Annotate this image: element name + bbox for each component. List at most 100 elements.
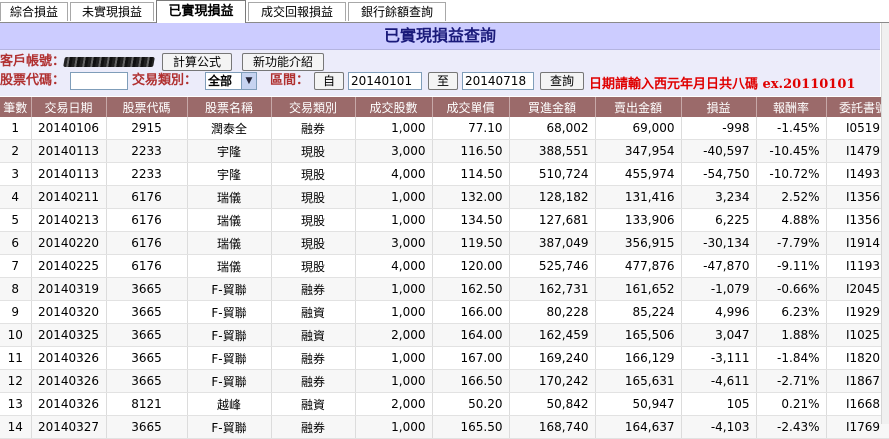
table-row[interactable]: 2 20140113 2233 宇隆 現股 3,000 116.50 388,551 347,9… [0,139,889,163]
cell-price: 167.00 [432,346,510,370]
cell-buy-amount: 510,724 [509,162,596,186]
cell-stock-code: 3665 [106,300,188,324]
table-row[interactable]: 9 20140320 3665 F-貿聯 融資 1,000 166.00 80,228 85,2… [0,300,889,324]
cell-stock-code: 2233 [106,162,188,186]
cell-sell-amount: 477,876 [595,254,682,278]
cell-pnl: -30,134 [681,231,757,255]
cell-stock-name: F-貿聯 [187,346,272,370]
cell-price: 114.50 [432,162,510,186]
col-header-stock-name[interactable]: 股票名稱 [187,97,272,117]
stock-code-label: 股票代碼： [0,73,66,88]
tab-fill-report-pnl[interactable]: 成交回報損益 [248,2,346,21]
cell-stock-name: F-貿聯 [187,277,272,301]
from-button[interactable]: 自 [314,72,344,90]
cell-pnl: 3,234 [681,185,757,209]
cell-index: 7 [0,254,32,278]
trade-type-label: 交易類別： [132,73,198,88]
col-header-trade-type[interactable]: 交易類別 [271,97,356,117]
query-button[interactable]: 查詢 [540,72,584,90]
cell-order-no: I1820 [826,346,889,370]
cell-trade-type: 融資 [271,392,356,416]
col-header-stock-code[interactable]: 股票代碼 [106,97,188,117]
cell-shares: 4,000 [355,162,433,186]
cell-trade-date: 20140320 [31,300,107,324]
cell-trade-date: 20140106 [31,117,107,140]
cell-buy-amount: 162,731 [509,277,596,301]
table-row[interactable]: 1 20140106 2915 潤泰全 融券 1,000 77.10 68,002 69,000… [0,117,889,140]
chevron-down-icon[interactable]: ▼ [241,73,256,89]
trade-type-select[interactable]: 全部 ▼ [205,72,257,90]
to-button[interactable]: 至 [428,72,458,90]
realized-pnl-table: 筆數 交易日期 股票代碼 股票名稱 交易類別 成交股數 成交單價 買進金額 賣出… [0,97,889,439]
tab-bank-balance[interactable]: 銀行餘額查詢 [348,2,446,21]
tab-realized-pnl[interactable]: 已實現損益 [156,0,246,23]
cell-stock-code: 3665 [106,369,188,393]
cell-stock-name: 瑞儀 [187,208,272,232]
cell-order-no: I1867 [826,369,889,393]
cell-stock-code: 6176 [106,208,188,232]
cell-return: -1.84% [756,346,827,370]
cell-sell-amount: 133,906 [595,208,682,232]
cell-order-no: I1193 [826,254,889,278]
cell-sell-amount: 455,974 [595,162,682,186]
cell-index: 9 [0,300,32,324]
cell-shares: 1,000 [355,369,433,393]
col-header-order-no[interactable]: 委託書號 [826,97,889,117]
cell-shares: 2,000 [355,392,433,416]
cell-order-no: I1929 [826,300,889,324]
cell-trade-date: 20140113 [31,139,107,163]
cell-buy-amount: 127,681 [509,208,596,232]
vertical-scrollbar[interactable] [881,23,889,424]
cell-order-no: I0519 [826,117,889,140]
col-header-index[interactable]: 筆數 [0,97,32,117]
cell-return: -10.72% [756,162,827,186]
cell-stock-code: 8121 [106,392,188,416]
cell-price: 165.50 [432,415,510,439]
cell-order-no: I1025 [826,323,889,347]
cell-buy-amount: 388,551 [509,139,596,163]
table-row[interactable]: 13 20140326 8121 越峰 融資 2,000 50.20 50,842 50,947… [0,392,889,416]
cell-sell-amount: 161,652 [595,277,682,301]
col-header-sell-amount[interactable]: 賣出金額 [595,97,682,117]
table-row[interactable]: 14 20140327 3665 F-貿聯 融券 1,000 165.50 168,740 16… [0,415,889,439]
cell-stock-name: 越峰 [187,392,272,416]
cell-buy-amount: 168,740 [509,415,596,439]
tab-unrealized-pnl[interactable]: 未實現損益 [70,2,154,21]
cell-pnl: -4,611 [681,369,757,393]
col-header-return[interactable]: 報酬率 [756,97,827,117]
table-row[interactable]: 5 20140213 6176 瑞儀 現股 1,000 134.50 127,681 133,9… [0,208,889,232]
col-header-shares[interactable]: 成交股數 [355,97,433,117]
col-header-pnl[interactable]: 損益 [681,97,757,117]
cell-sell-amount: 165,506 [595,323,682,347]
tab-overall-pnl[interactable]: 綜合損益 [0,2,68,21]
cell-trade-type: 現股 [271,254,356,278]
col-header-price[interactable]: 成交單價 [432,97,510,117]
cell-trade-type: 融資 [271,300,356,324]
table-row[interactable]: 4 20140211 6176 瑞儀 現股 1,000 132.00 128,182 131,4… [0,185,889,209]
stock-code-input[interactable] [70,72,128,90]
cell-shares: 1,000 [355,208,433,232]
table-row[interactable]: 3 20140113 2233 宇隆 現股 4,000 114.50 510,724 455,9… [0,162,889,186]
cell-stock-code: 2915 [106,117,188,140]
account-label: 客戶帳號： [0,54,66,69]
table-row[interactable]: 6 20140220 6176 瑞儀 現股 3,000 119.50 387,049 356,9… [0,231,889,255]
table-row[interactable]: 11 20140326 3665 F-貿聯 融券 1,000 167.00 169,240 16… [0,346,889,370]
table-row[interactable]: 12 20140326 3665 F-貿聯 融券 1,000 166.50 170,242 16… [0,369,889,393]
calc-formula-button[interactable]: 計算公式 [162,53,232,71]
table-row[interactable]: 8 20140319 3665 F-貿聯 融券 1,000 162.50 162,731 161… [0,277,889,301]
cell-sell-amount: 50,947 [595,392,682,416]
cell-shares: 1,000 [355,277,433,301]
table-row[interactable]: 10 20140325 3665 F-貿聯 融資 2,000 164.00 162,459 16… [0,323,889,347]
cell-stock-name: F-貿聯 [187,369,272,393]
cell-trade-date: 20140225 [31,254,107,278]
cell-trade-date: 20140326 [31,369,107,393]
col-header-buy-amount[interactable]: 買進金額 [509,97,596,117]
col-header-trade-date[interactable]: 交易日期 [31,97,107,117]
table-row[interactable]: 7 20140225 6176 瑞儀 現股 4,000 120.00 525,746 477,8… [0,254,889,278]
from-date-input[interactable]: 20140101 [348,72,422,90]
cell-buy-amount: 128,182 [509,185,596,209]
cell-trade-type: 融券 [271,277,356,301]
new-features-button[interactable]: 新功能介紹 [242,53,324,71]
cell-trade-type: 融券 [271,369,356,393]
to-date-input[interactable]: 20140718 [462,72,534,90]
